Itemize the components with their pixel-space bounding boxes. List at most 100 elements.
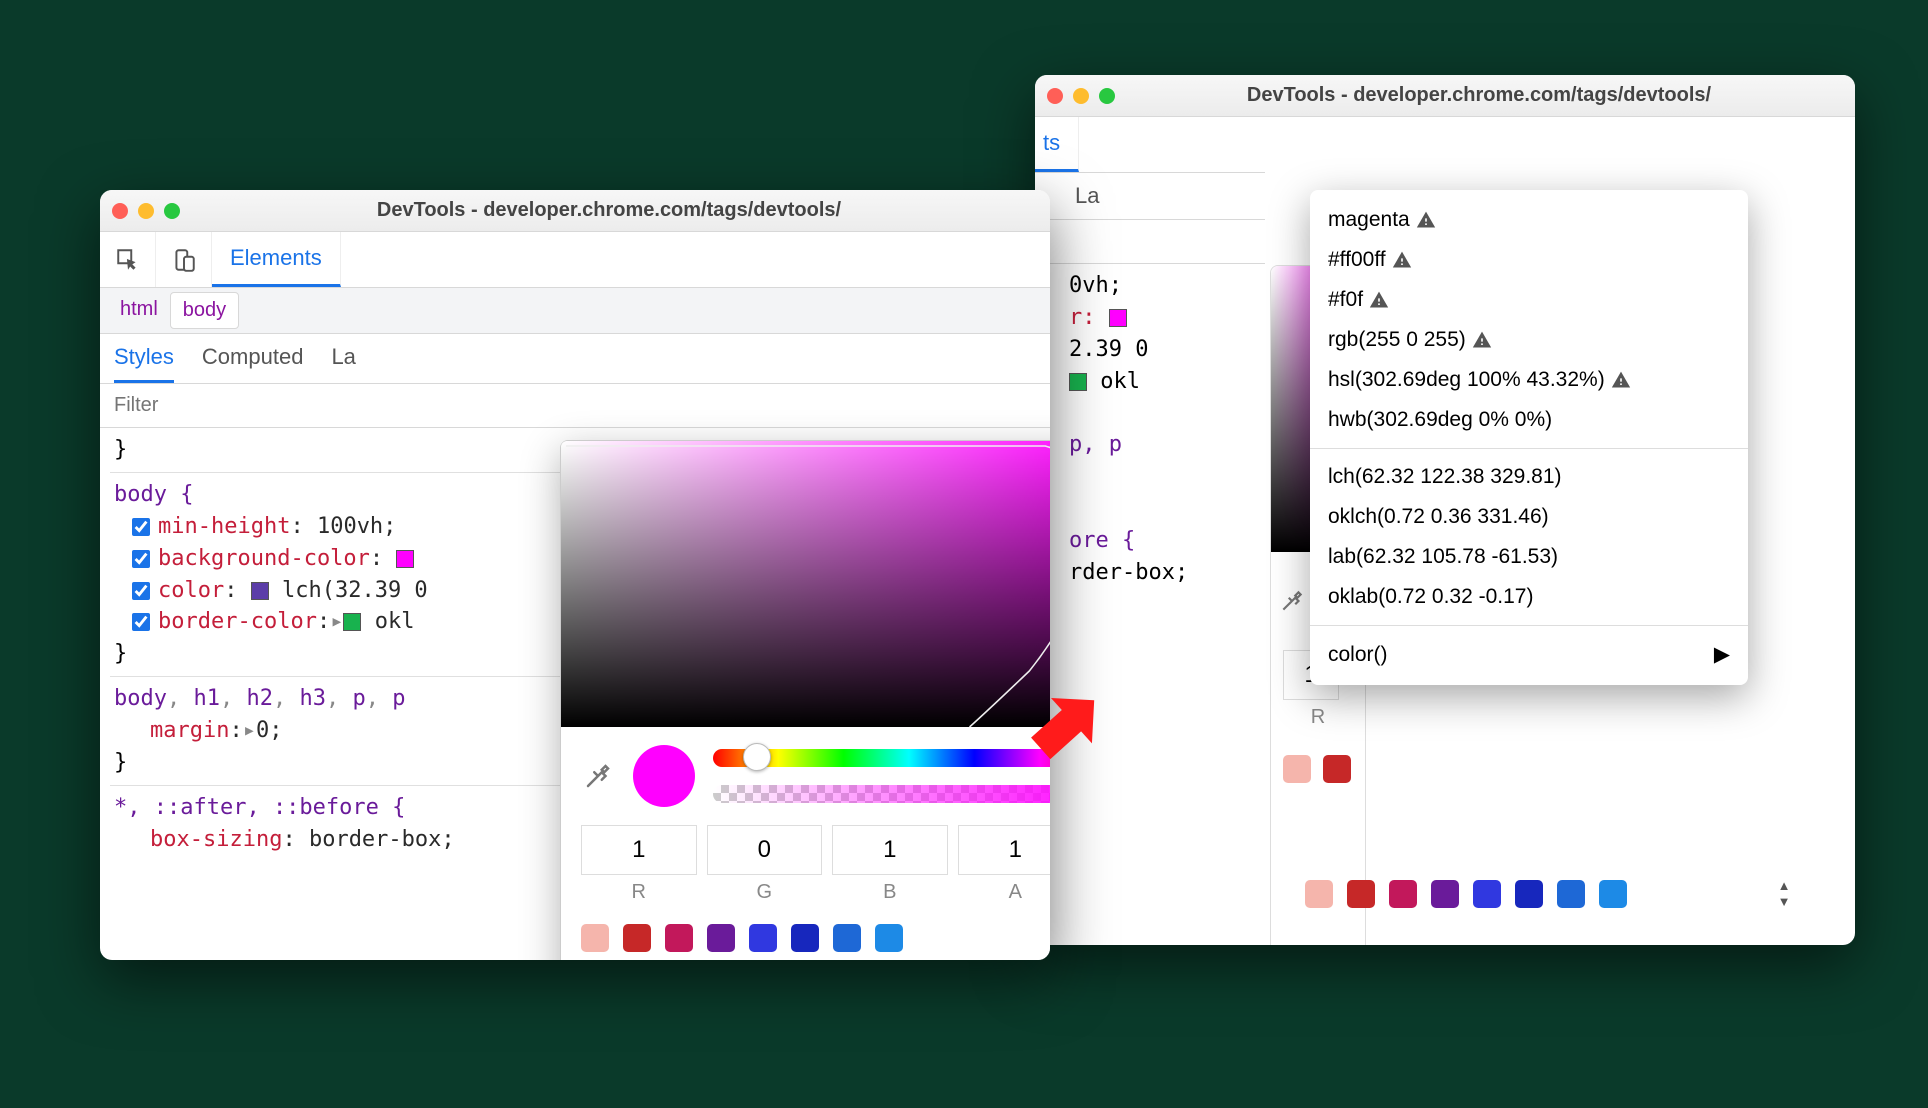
breadcrumb-html[interactable]: html	[108, 292, 170, 329]
color-swatch[interactable]	[251, 582, 269, 600]
format-option-hwb[interactable]: hwb(302.69deg 0% 0%)	[1310, 400, 1748, 440]
titlebar[interactable]: DevTools - developer.chrome.com/tags/dev…	[1035, 75, 1855, 117]
window-title: DevTools - developer.chrome.com/tags/dev…	[1115, 84, 1843, 107]
maximize-window-button[interactable]	[164, 203, 180, 219]
selector[interactable]: body {	[114, 482, 193, 507]
palette-swatch[interactable]	[665, 924, 693, 952]
palette-switch-icon[interactable]: ▲▼	[1773, 878, 1795, 909]
styles-filter	[100, 384, 1050, 428]
format-option-oklab[interactable]: oklab(0.72 0.32 -0.17)	[1310, 577, 1748, 617]
property-toggle[interactable]	[132, 518, 150, 536]
palette-swatch[interactable]	[581, 924, 609, 952]
format-option-oklch[interactable]: oklch(0.72 0.36 331.46)	[1310, 497, 1748, 537]
format-option-magenta[interactable]: magenta	[1310, 200, 1748, 240]
palette-swatch[interactable]	[1473, 880, 1501, 908]
slider-thumb[interactable]	[743, 743, 771, 771]
selector[interactable]: *, ::after, ::before {	[114, 795, 405, 820]
devtools-toolbar: Elements	[100, 232, 1050, 288]
property-toggle[interactable]	[132, 613, 150, 631]
format-option-color-fn[interactable]: color()▶	[1310, 634, 1748, 675]
channel-label: B	[832, 881, 948, 904]
expand-icon[interactable]: ▸	[243, 715, 256, 747]
property-toggle[interactable]	[132, 582, 150, 600]
palette-swatch[interactable]	[1599, 880, 1627, 908]
channel-label: G	[707, 881, 823, 904]
breadcrumb-body[interactable]: body	[170, 292, 239, 329]
format-option-hsl[interactable]: hsl(302.69deg 100% 43.32%)	[1310, 360, 1748, 400]
format-option-lch[interactable]: lch(62.32 122.38 329.81)	[1310, 457, 1748, 497]
selector[interactable]: body	[114, 686, 167, 711]
computed-tab[interactable]: Computed	[202, 334, 304, 383]
palette-swatch[interactable]	[1431, 880, 1459, 908]
format-option-hex3[interactable]: #f0f	[1310, 280, 1748, 320]
palette-swatch[interactable]	[791, 924, 819, 952]
titlebar[interactable]: DevTools - developer.chrome.com/tags/dev…	[100, 190, 1050, 232]
chevron-right-icon: ▶	[1714, 642, 1730, 667]
color-format-menu[interactable]: magenta #ff00ff #f0f rgb(255 0 255) hsl(…	[1310, 190, 1748, 685]
dom-breadcrumbs[interactable]: html body	[100, 288, 1050, 334]
elements-tab[interactable]: Elements	[212, 232, 341, 287]
palette-swatch[interactable]	[1557, 880, 1585, 908]
palette-swatch[interactable]	[1323, 755, 1351, 783]
palette-swatch[interactable]	[833, 924, 861, 952]
palette-swatch[interactable]	[1515, 880, 1543, 908]
inspect-element-icon[interactable]	[100, 232, 156, 287]
maximize-window-button[interactable]	[1099, 88, 1115, 104]
format-option-rgb[interactable]: rgb(255 0 255)	[1310, 320, 1748, 360]
palette-swatch[interactable]	[749, 924, 777, 952]
palette-swatch[interactable]	[875, 924, 903, 952]
hue-slider[interactable]	[713, 749, 1050, 767]
layout-tab[interactable]: La	[331, 334, 355, 383]
eyedropper-icon[interactable]	[1279, 584, 1305, 618]
warning-icon	[1392, 250, 1412, 270]
current-color-preview	[633, 745, 695, 807]
close-window-button[interactable]	[1047, 88, 1063, 104]
warning-icon	[1472, 330, 1492, 350]
rgba-inputs: R G B A ▲▼	[561, 825, 1050, 904]
alpha-slider[interactable]	[713, 785, 1050, 803]
styles-tab[interactable]: Styles	[114, 334, 174, 383]
filter-input[interactable]	[100, 384, 1050, 427]
minimize-window-button[interactable]	[138, 203, 154, 219]
channel-input-g[interactable]	[707, 825, 823, 875]
color-palette: ▲▼	[561, 904, 1050, 960]
color-picker: sRGB R G B A ▲▼	[560, 440, 1050, 960]
elements-tab[interactable]: ts	[1035, 117, 1079, 172]
menu-separator	[1310, 448, 1748, 449]
channel-input-r[interactable]	[581, 825, 697, 875]
expand-icon[interactable]: ▸	[330, 606, 343, 638]
color-swatch[interactable]	[396, 550, 414, 568]
warning-icon	[1611, 370, 1631, 390]
palette-swatch[interactable]	[1305, 880, 1333, 908]
palette-swatch[interactable]	[1283, 755, 1311, 783]
warning-icon	[1416, 210, 1436, 230]
layout-tab[interactable]: La	[1075, 173, 1099, 219]
palette-swatch[interactable]	[707, 924, 735, 952]
window-title: DevTools - developer.chrome.com/tags/dev…	[180, 199, 1038, 222]
palette-swatch[interactable]	[1389, 880, 1417, 908]
eyedropper-icon[interactable]	[581, 759, 615, 793]
filter-input[interactable]	[1035, 220, 1265, 263]
device-toggle-icon[interactable]	[156, 232, 212, 287]
gamut-boundary-line	[561, 441, 1050, 727]
channel-input-b[interactable]	[832, 825, 948, 875]
minimize-window-button[interactable]	[1073, 88, 1089, 104]
channel-label: A	[958, 881, 1051, 904]
color-swatch[interactable]	[1069, 373, 1087, 391]
property-toggle[interactable]	[132, 550, 150, 568]
color-swatch[interactable]	[343, 613, 361, 631]
styles-subtabs: Styles Computed La	[100, 334, 1050, 384]
channel-label: R	[581, 881, 697, 904]
close-window-button[interactable]	[112, 203, 128, 219]
styles-content: 0vh; r: 2.39 0 okl p, p ore { rder-box;	[1035, 264, 1265, 601]
channel-input-a[interactable]	[958, 825, 1051, 875]
warning-icon	[1369, 290, 1389, 310]
format-option-hex6[interactable]: #ff00ff	[1310, 240, 1748, 280]
palette-swatch[interactable]	[1347, 880, 1375, 908]
palette-swatch[interactable]	[623, 924, 651, 952]
format-option-lab[interactable]: lab(62.32 105.78 -61.53)	[1310, 537, 1748, 577]
color-swatch[interactable]	[1109, 309, 1127, 327]
color-spectrum[interactable]: sRGB	[561, 441, 1050, 727]
menu-separator	[1310, 625, 1748, 626]
devtools-window-primary: DevTools - developer.chrome.com/tags/dev…	[100, 190, 1050, 960]
